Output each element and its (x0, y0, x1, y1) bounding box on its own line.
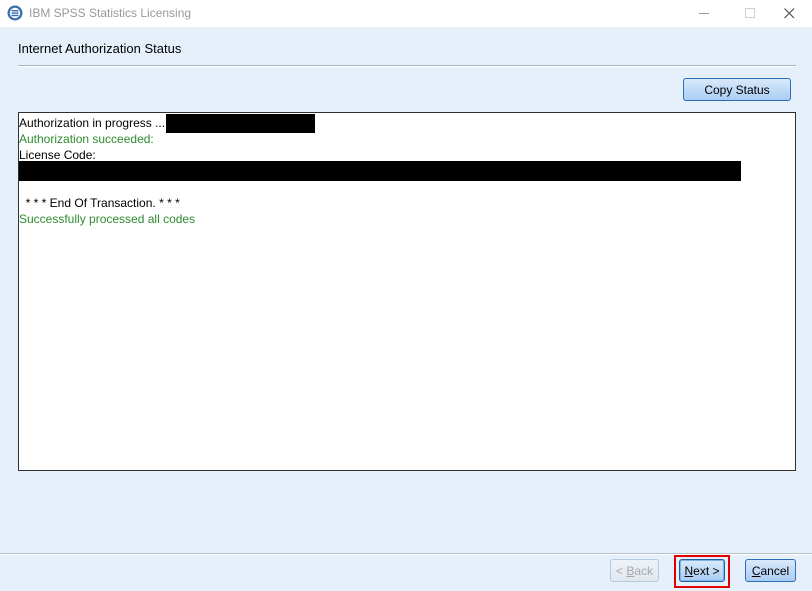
cancel-button[interactable]: Cancel (745, 559, 796, 582)
redacted-block (166, 114, 315, 133)
close-icon (784, 8, 795, 19)
status-line-progress: Authorization in progress ... (19, 116, 166, 130)
maximize-icon (745, 8, 755, 18)
status-line-succeeded: Authorization succeeded: (19, 132, 154, 146)
page-title: Internet Authorization Status (18, 41, 182, 56)
back-rest: ack (634, 563, 654, 578)
title-bar[interactable]: IBM SPSS Statistics Licensing (0, 0, 812, 27)
back-button[interactable]: < Back (610, 559, 659, 582)
back-prefix: < (615, 563, 627, 578)
close-button[interactable] (766, 0, 812, 27)
status-log[interactable]: Authorization in progress ... Authorizat… (18, 112, 796, 471)
window-title: IBM SPSS Statistics Licensing (29, 6, 192, 20)
dialog-body: Internet Authorization Status Copy Statu… (0, 27, 812, 591)
minimize-icon (699, 13, 709, 14)
spss-app-icon (7, 5, 23, 21)
status-line-end-transaction: * * * End Of Transaction. * * * (19, 196, 180, 210)
copy-status-button[interactable]: Copy Status (683, 78, 791, 101)
status-line-processed: Successfully processed all codes (19, 212, 196, 226)
header-divider (18, 65, 796, 67)
next-rest: ext > (693, 563, 720, 578)
next-button[interactable]: Next > (679, 559, 725, 582)
cancel-rest: ancel (760, 563, 790, 578)
redacted-license-code (19, 161, 741, 181)
minimize-button[interactable] (681, 0, 727, 27)
next-mnemonic: N (684, 563, 694, 578)
